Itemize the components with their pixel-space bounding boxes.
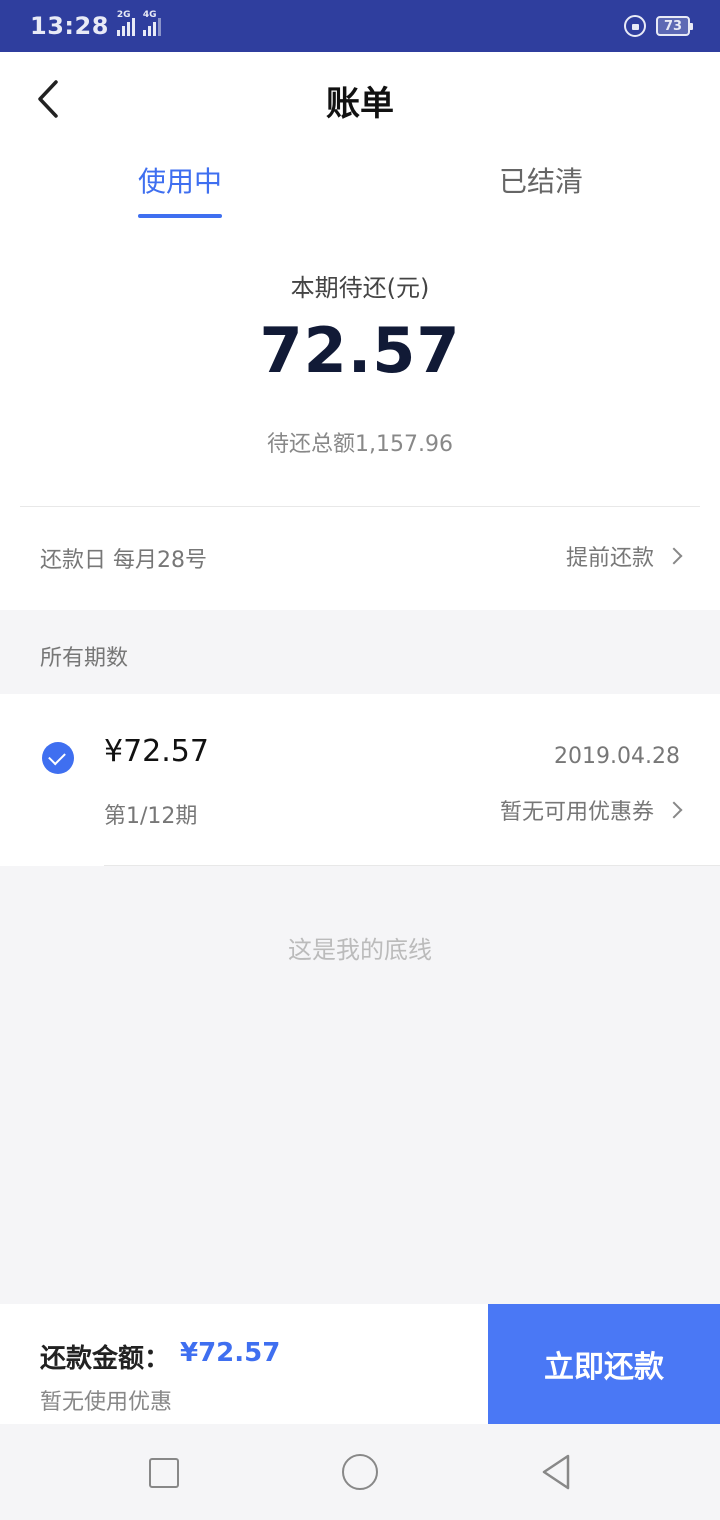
status-right: 73 xyxy=(624,15,693,37)
coupon-selector[interactable]: 暂无可用优惠券 xyxy=(499,794,683,826)
coupon-label: 暂无可用优惠券 xyxy=(499,800,654,825)
installments-section-header: 所有期数 xyxy=(0,610,720,694)
status-left: 13:28 2G 4G xyxy=(30,10,161,40)
repay-now-button[interactable]: 立即还款 xyxy=(488,1304,720,1424)
recent-apps-icon[interactable] xyxy=(149,1458,179,1488)
page-title: 账单 xyxy=(326,84,394,124)
repayment-day: 还款日 每月28号 xyxy=(40,548,207,573)
signal-icon: 4G xyxy=(142,10,161,36)
divider xyxy=(20,506,700,507)
end-of-list-note: 这是我的底线 xyxy=(288,936,432,964)
due-label: 本期待还(元) xyxy=(290,274,430,302)
chevron-right-icon xyxy=(665,801,683,819)
installment-row[interactable]: ¥72.57 第1/12期 2019.04.28 暂无可用优惠券 xyxy=(0,694,720,866)
pay-bar: 还款金额： ¥72.57 暂无使用优惠 立即还款 xyxy=(0,1304,720,1424)
early-repay-link[interactable]: 提前还款 xyxy=(565,540,683,572)
installment-date: 2019.04.28 xyxy=(554,744,680,769)
signal-icon: 2G xyxy=(116,10,135,36)
home-icon[interactable] xyxy=(342,1454,378,1490)
rotation-lock-icon xyxy=(624,15,646,37)
navigation-bar xyxy=(0,1424,720,1520)
sim1-type: 2G xyxy=(116,10,131,20)
divider xyxy=(104,865,720,866)
tab-bar: 使用中 已结清 xyxy=(0,160,720,230)
sim2-type: 4G xyxy=(142,10,157,20)
active-tab-indicator xyxy=(138,214,222,218)
pay-amount-label: 还款金额： xyxy=(40,1344,171,1374)
tab-in-use[interactable]: 使用中 xyxy=(138,160,222,200)
chevron-right-icon xyxy=(665,547,683,565)
installment-amount: ¥72.57 xyxy=(104,734,209,769)
back-triangle-icon[interactable] xyxy=(538,1452,578,1492)
checked-icon[interactable] xyxy=(42,742,74,774)
battery-icon: 73 xyxy=(656,16,693,36)
section-title: 所有期数 xyxy=(40,646,129,671)
installment-period: 第1/12期 xyxy=(104,804,198,829)
pay-amount-value: ¥72.57 xyxy=(180,1338,281,1368)
total-due: 待还总额1,157.96 xyxy=(267,432,453,457)
status-time: 13:28 xyxy=(30,12,109,40)
early-repay-label: 提前还款 xyxy=(565,546,654,571)
bill-summary-card: 账单 使用中 已结清 本期待还(元) 72.57 待还总额1,157.96 还款… xyxy=(0,52,720,610)
tab-settled[interactable]: 已结清 xyxy=(499,160,583,200)
coupon-status: 暂无使用优惠 xyxy=(40,1390,173,1415)
status-bar: 13:28 2G 4G 73 xyxy=(0,0,720,52)
due-amount: 72.57 xyxy=(259,314,461,387)
